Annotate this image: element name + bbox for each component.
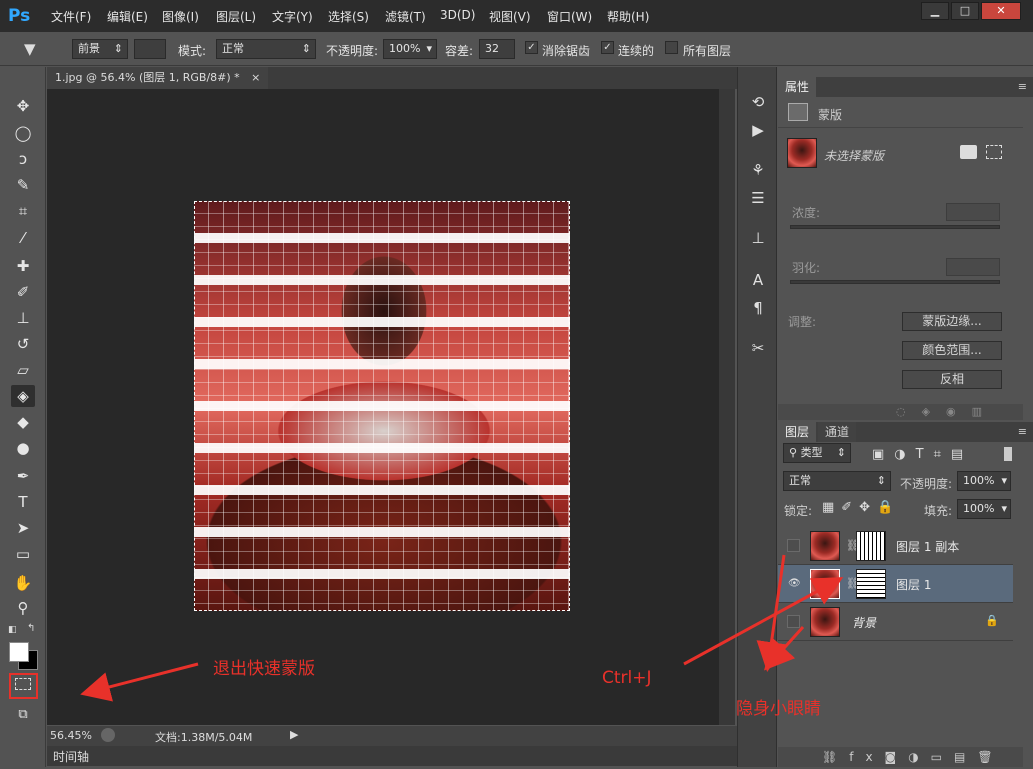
annotation-arrows <box>80 554 844 702</box>
arrow-to-layer-1 <box>683 577 844 666</box>
annotation-exit-quick-mask: 退出快速蒙版 <box>213 659 315 679</box>
annotation-ctrl-j: Ctrl+J <box>602 668 652 688</box>
arrow-to-quick-mask <box>80 662 199 702</box>
annotation-hide-eye: 隐身小眼睛 <box>736 699 821 719</box>
